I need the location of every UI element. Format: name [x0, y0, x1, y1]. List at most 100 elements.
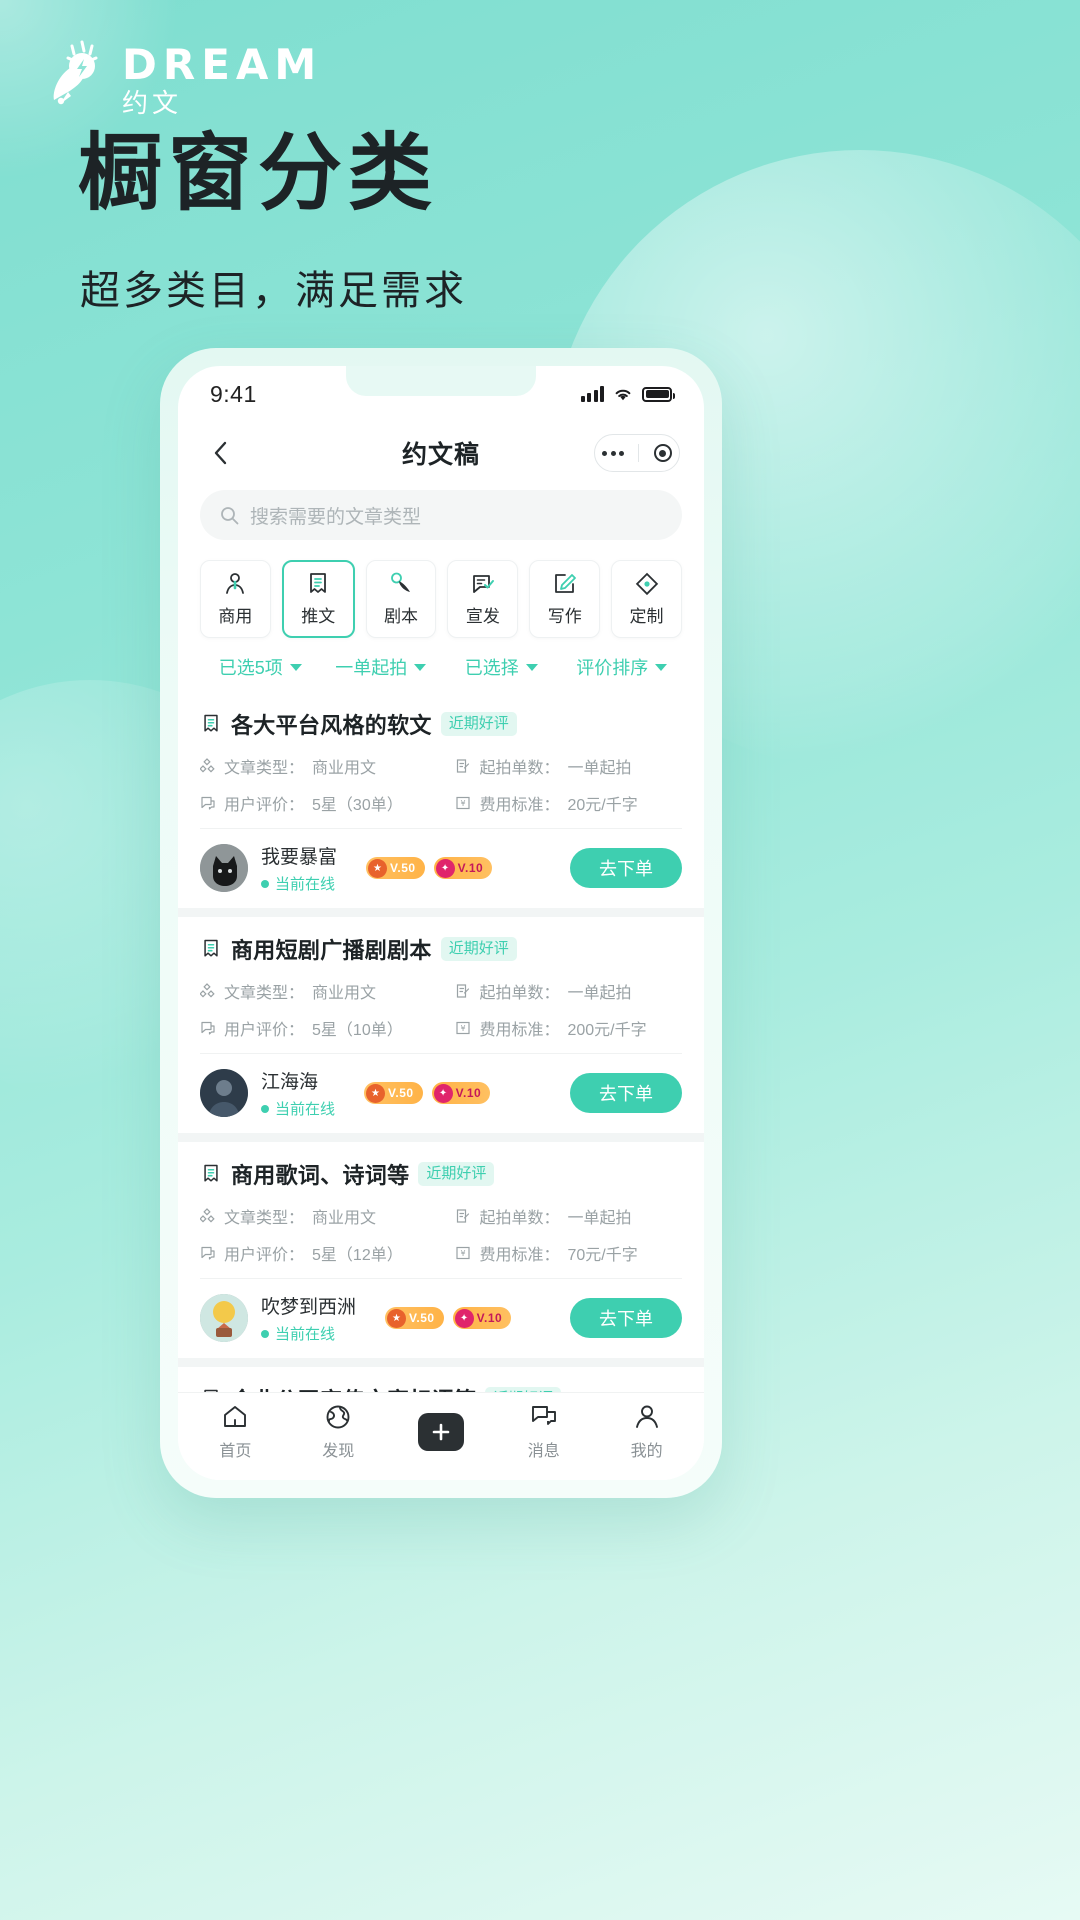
meta-label: 起拍单数： [479, 985, 560, 1002]
meta-label: 用户评价： [224, 1247, 305, 1264]
meta-label: 费用标准： [479, 797, 560, 814]
category-tile-commercial[interactable]: 商用 [200, 560, 271, 638]
level-badge-v50: ★ V.50 [385, 1307, 444, 1329]
table-row[interactable]: 商用短剧广播剧剧本 近期好评 文章类型： 商业用文 起拍单数： 一单起拍 用户评… [178, 917, 704, 1133]
card-header: 商用歌词、诗词等 近期好评 [200, 1158, 682, 1204]
card-meta-row: 文章类型： 商业用文 起拍单数： 一单起拍 [200, 1204, 682, 1241]
order-button[interactable]: 去下单 [570, 1298, 682, 1338]
category-tile-promote[interactable]: 宣发 [447, 560, 519, 638]
seller-level-badges: ★ V.50 ✦ V.10 [364, 1082, 491, 1104]
capsule-divider [638, 444, 640, 462]
meta-price: ¥ 费用标准： 20元/千字 [455, 791, 682, 815]
tab-label: 首页 [219, 1442, 252, 1460]
meta-type: 文章类型： 商业用文 [200, 1204, 455, 1228]
status-bar: 9:41 [178, 366, 704, 422]
globe-icon [326, 1405, 350, 1428]
tab-publish[interactable] [390, 1412, 493, 1451]
bookmark-doc-icon [204, 939, 218, 957]
seller-level-badges: ★ V.50 ✦ V.10 [366, 857, 493, 879]
filter-bar: 已选5项 一单起拍 已选择 评价排序 [178, 638, 704, 692]
bookmark-doc-icon [310, 573, 327, 593]
card-meta-row: 文章类型： 商业用文 起拍单数： 一单起拍 [200, 979, 682, 1016]
more-dots-icon[interactable] [602, 450, 625, 456]
level-badge-v10: ✦ V.10 [452, 1307, 512, 1329]
card-title: 商用歌词、诗词等 [231, 1163, 410, 1188]
meta-rating: 用户评价： 5星（10单） [200, 1016, 455, 1040]
category-tile-tweet[interactable]: 推文 [281, 560, 355, 638]
person-avatar-icon [200, 1069, 248, 1117]
filter-label: 一单起拍 [335, 658, 408, 678]
avatar[interactable] [200, 1294, 248, 1342]
svg-text:¥: ¥ [461, 799, 466, 808]
meta-value: 5星（30单） [312, 797, 403, 814]
category-label: 写作 [547, 607, 582, 626]
seller-level-badges: ★ V.50 ✦ V.10 [385, 1307, 512, 1329]
status-badge: 近期好评 [440, 712, 517, 736]
tab-home[interactable]: 首页 [184, 1403, 287, 1461]
tab-messages[interactable]: 消息 [492, 1403, 595, 1461]
online-status: 当前在线 [261, 1098, 335, 1119]
meta-value: 商业用文 [312, 985, 377, 1002]
filter-label: 已选5项 [218, 658, 283, 678]
order-button[interactable]: 去下单 [570, 1073, 682, 1113]
tab-discover[interactable]: 发现 [287, 1403, 390, 1461]
seller-name: 我要暴富 [261, 847, 338, 868]
filter-min-order[interactable]: 一单起拍 [321, 654, 442, 680]
level-badge-label: V.50 [409, 1311, 435, 1325]
meta-value: 一单起拍 [567, 985, 632, 1002]
category-tile-writing[interactable]: 写作 [529, 560, 601, 638]
message-icon [531, 1405, 556, 1425]
avatar[interactable] [200, 844, 248, 892]
seller-name: 吹梦到西洲 [261, 1297, 357, 1318]
tab-label: 我的 [630, 1442, 663, 1460]
meta-value: 5星（10单） [312, 1022, 403, 1039]
online-dot-icon [261, 1329, 269, 1338]
level-badge-label: V.10 [476, 1311, 503, 1325]
meta-value: 商业用文 [312, 1210, 377, 1227]
yuan-box-icon: ¥ [456, 796, 471, 810]
notch [346, 366, 536, 396]
online-status: 当前在线 [261, 1323, 356, 1344]
comment-icon [201, 796, 215, 810]
category-tile-custom[interactable]: 定制 [611, 560, 682, 638]
seller-info: 江海海 当前在线 [261, 1067, 335, 1119]
svg-text:¥: ¥ [461, 1249, 466, 1258]
mini-program-capsule[interactable] [594, 434, 680, 472]
seller-name: 江海海 [261, 1072, 319, 1093]
order-doc-icon [457, 1209, 470, 1223]
category-tiles: 商用 推文 剧本 宣发 写作 定制 [178, 540, 704, 638]
card-header: 商用短剧广播剧剧本 近期好评 [200, 933, 682, 979]
meta-value: 一单起拍 [567, 1210, 632, 1227]
status-badge: 近期好评 [440, 937, 517, 961]
chevron-down-icon [525, 663, 538, 671]
chevron-down-icon [414, 663, 427, 671]
table-row[interactable]: 商用歌词、诗词等 近期好评 文章类型： 商业用文 起拍单数： 一单起拍 用户评价… [178, 1142, 704, 1358]
search-input[interactable]: 搜索需要的文章类型 [200, 490, 682, 540]
card-meta-row: 用户评价： 5星（10单） ¥ 费用标准： 200元/千字 [200, 1016, 682, 1053]
table-row[interactable]: 企业公司宣传文案标语等 近期好评 文章类型：商业用文 [178, 1367, 704, 1392]
tab-profile[interactable]: 我的 [595, 1403, 698, 1461]
listing-list[interactable]: 各大平台风格的软文 近期好评 文章类型： 商业用文 起拍单数： 一单起拍 用户评… [178, 692, 704, 1392]
back-button[interactable] [202, 435, 238, 471]
order-button[interactable]: 去下单 [570, 848, 682, 888]
filter-chosen[interactable]: 已选择 [441, 654, 562, 680]
meta-label: 文章类型： [224, 1210, 305, 1227]
bottom-tab-bar: 首页 发现 消息 我的 [178, 1392, 704, 1480]
card-header: 企业公司宣传文案标语等 近期好评 [200, 1383, 682, 1392]
phone-screen: 9:41 约文稿 搜索需要的文章类型 商用 推文 剧本 宣发 写作 定制 已选5… [178, 366, 704, 1480]
filter-selected-count[interactable]: 已选5项 [200, 654, 321, 680]
target-icon[interactable] [653, 444, 672, 462]
table-row[interactable]: 各大平台风格的软文 近期好评 文章类型： 商业用文 起拍单数： 一单起拍 用户评… [178, 692, 704, 908]
meta-price: ¥ 费用标准： 70元/千字 [455, 1241, 682, 1265]
ribbon-icon: ✦ [435, 858, 455, 878]
plus-icon[interactable] [417, 1412, 464, 1451]
online-dot-icon [261, 1104, 269, 1113]
page-title: 橱窗分类 [78, 126, 439, 220]
avatar[interactable] [200, 1069, 248, 1117]
logo-wordmark: DREAM [122, 40, 323, 89]
category-tile-script[interactable]: 剧本 [365, 560, 437, 638]
meta-label: 文章类型： [224, 760, 305, 777]
filter-sort-rating[interactable]: 评价排序 [562, 654, 683, 680]
card-title: 各大平台风格的软文 [231, 713, 432, 738]
user-icon [635, 1405, 658, 1428]
